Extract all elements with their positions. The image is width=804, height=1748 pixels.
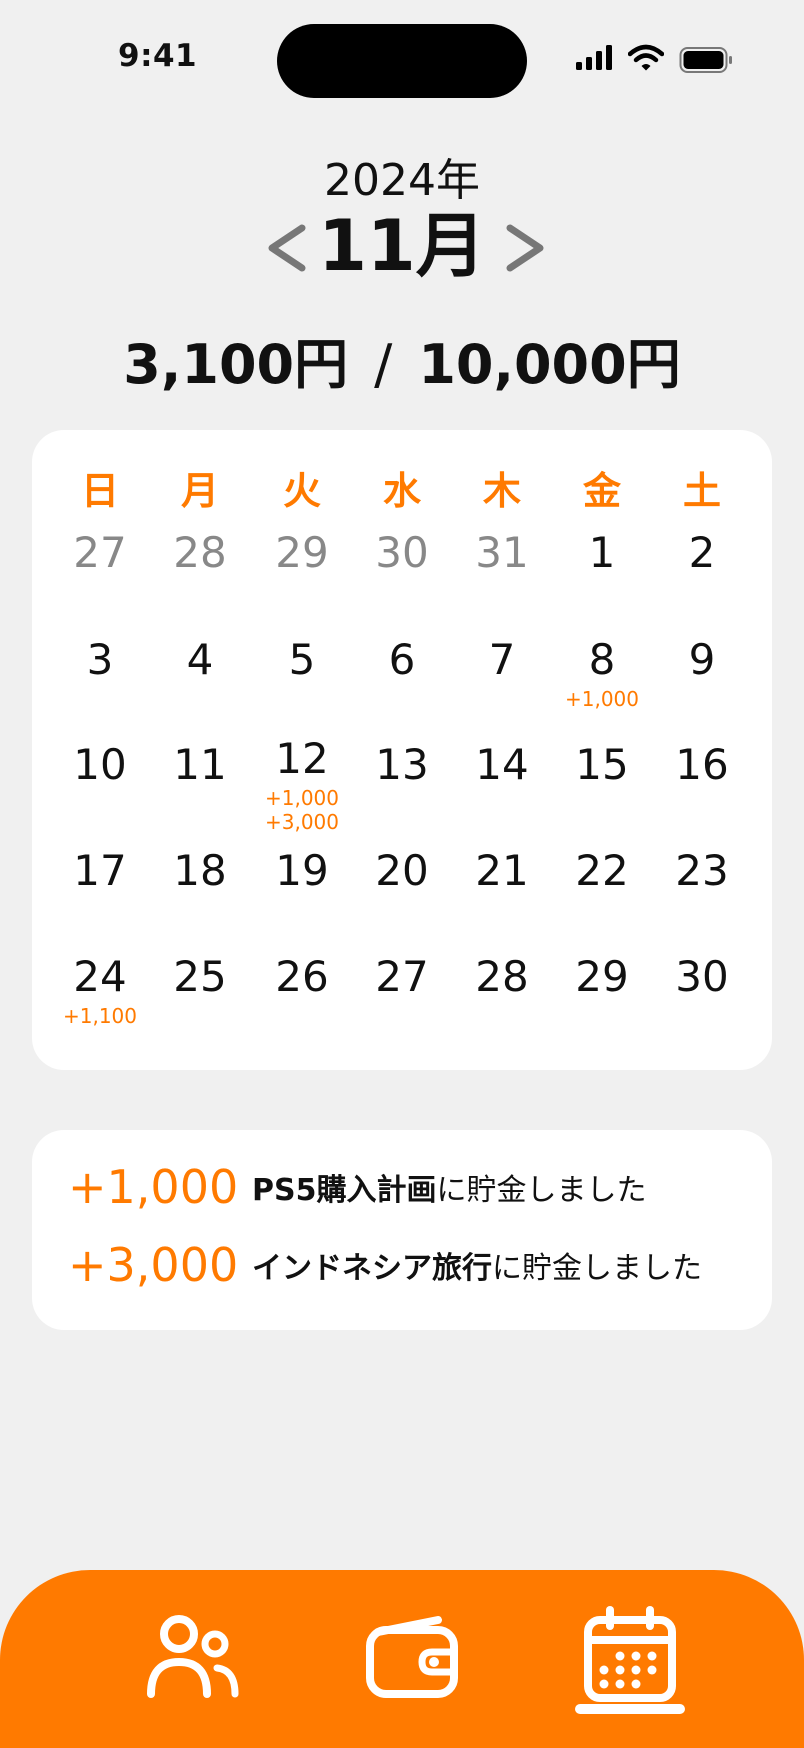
- calendar-day[interactable]: 22: [552, 846, 652, 895]
- calendar-day[interactable]: 8: [552, 635, 652, 684]
- weekday-label: 木: [482, 469, 521, 513]
- year-label: 2024年: [324, 155, 480, 206]
- next-month-button[interactable]: [500, 220, 550, 276]
- weekday-label: 日: [80, 469, 119, 513]
- calendar-day[interactable]: 21: [452, 846, 552, 895]
- deposit-amount: +1,000: [68, 1160, 239, 1214]
- calendar-day[interactable]: 20: [352, 846, 452, 895]
- calendar-day[interactable]: 23: [652, 846, 752, 895]
- calendar-day[interactable]: 16: [652, 740, 752, 789]
- calendar-day[interactable]: 29: [252, 528, 352, 577]
- calendar-day[interactable]: 6: [352, 635, 452, 684]
- calendar-day[interactable]: 9: [652, 635, 752, 684]
- calendar-day[interactable]: 30: [352, 528, 452, 577]
- deposit-goal-name: インドネシア旅行: [252, 1251, 492, 1286]
- calendar-day[interactable]: 24: [50, 952, 150, 1001]
- calendar-day[interactable]: 18: [150, 846, 250, 895]
- active-tab-indicator: [575, 1704, 685, 1714]
- calendar-day[interactable]: 14: [452, 740, 552, 789]
- month-label: 11月: [318, 205, 486, 287]
- goal-amount: 10,000円: [418, 333, 681, 396]
- calendar-day[interactable]: 27: [352, 952, 452, 1001]
- calendar-day[interactable]: 5: [252, 635, 352, 684]
- previous-month-button[interactable]: [262, 220, 312, 276]
- calendar-day[interactable]: 17: [50, 846, 150, 895]
- weekday-label: 土: [682, 469, 721, 513]
- battery-icon: [679, 47, 732, 73]
- deposit-suffix: に貯金しました: [492, 1251, 702, 1286]
- dynamic-island: [277, 24, 527, 98]
- calendar-day[interactable]: 11: [150, 740, 250, 789]
- calendar-day[interactable]: 10: [50, 740, 150, 789]
- calendar-day[interactable]: 28: [150, 528, 250, 577]
- calendar-day[interactable]: 12: [252, 734, 352, 783]
- deposit-list: +1,000 PS5購入計画に貯金しました +3,000 インドネシア旅行に貯金しまし…: [32, 1130, 772, 1330]
- wifi-icon: [628, 44, 664, 71]
- weekday-label: 月: [180, 469, 219, 513]
- calendar-day[interactable]: 28: [452, 952, 552, 1001]
- calendar-day[interactable]: 25: [150, 952, 250, 1001]
- weekday-label: 火: [282, 469, 321, 513]
- calendar-day[interactable]: 19: [252, 846, 352, 895]
- saved-amount: 3,100円: [123, 333, 349, 396]
- calendar-day[interactable]: 4: [150, 635, 250, 684]
- users-icon[interactable]: [143, 1610, 243, 1710]
- status-time: 9:41: [118, 38, 198, 74]
- deposit-item[interactable]: +1,000 PS5購入計画に貯金しました: [68, 1160, 646, 1220]
- calendar-day[interactable]: 3: [50, 635, 150, 684]
- deposit-item[interactable]: +3,000 インドネシア旅行に貯金しました: [68, 1238, 702, 1298]
- calendar-day[interactable]: 30: [652, 952, 752, 1001]
- day-savings-amount: +1,000: [564, 687, 639, 711]
- deposit-goal-name: PS5購入計画: [252, 1173, 437, 1208]
- calendar-day[interactable]: 7: [452, 635, 552, 684]
- calendar-icon[interactable]: [580, 1606, 680, 1706]
- month-selector: 11月: [0, 206, 804, 286]
- calendar-day[interactable]: 2: [652, 528, 752, 577]
- bottom-nav: [0, 1570, 804, 1748]
- day-savings-amount: +1,100: [62, 1004, 137, 1028]
- day-savings-amount: +1,000: [264, 786, 339, 810]
- calendar-day[interactable]: 27: [50, 528, 150, 577]
- cellular-signal-icon: [576, 45, 612, 70]
- calendar-day[interactable]: 1: [552, 528, 652, 577]
- calendar-card: 日月火水木金土 27 28 29 30 31 1 2 3 4 5 6 7 8 +1,000 9 10 11 12 +1…: [32, 430, 772, 1070]
- deposit-suffix: に貯金しました: [436, 1173, 647, 1208]
- calendar-day[interactable]: 26: [252, 952, 352, 1001]
- progress-separator: /: [374, 333, 393, 396]
- calendar-day[interactable]: 29: [552, 952, 652, 1001]
- weekday-label: 金: [582, 469, 621, 513]
- weekday-label: 水: [382, 469, 421, 513]
- calendar-day[interactable]: 31: [452, 528, 552, 577]
- calendar-day[interactable]: 15: [552, 740, 652, 789]
- wallet-icon[interactable]: [362, 1610, 462, 1710]
- deposit-amount: +3,000: [68, 1238, 239, 1292]
- day-savings-amount: +3,000: [264, 810, 339, 834]
- calendar-day[interactable]: 13: [352, 740, 452, 789]
- savings-progress: 3,100円 / 10,000円: [0, 320, 804, 399]
